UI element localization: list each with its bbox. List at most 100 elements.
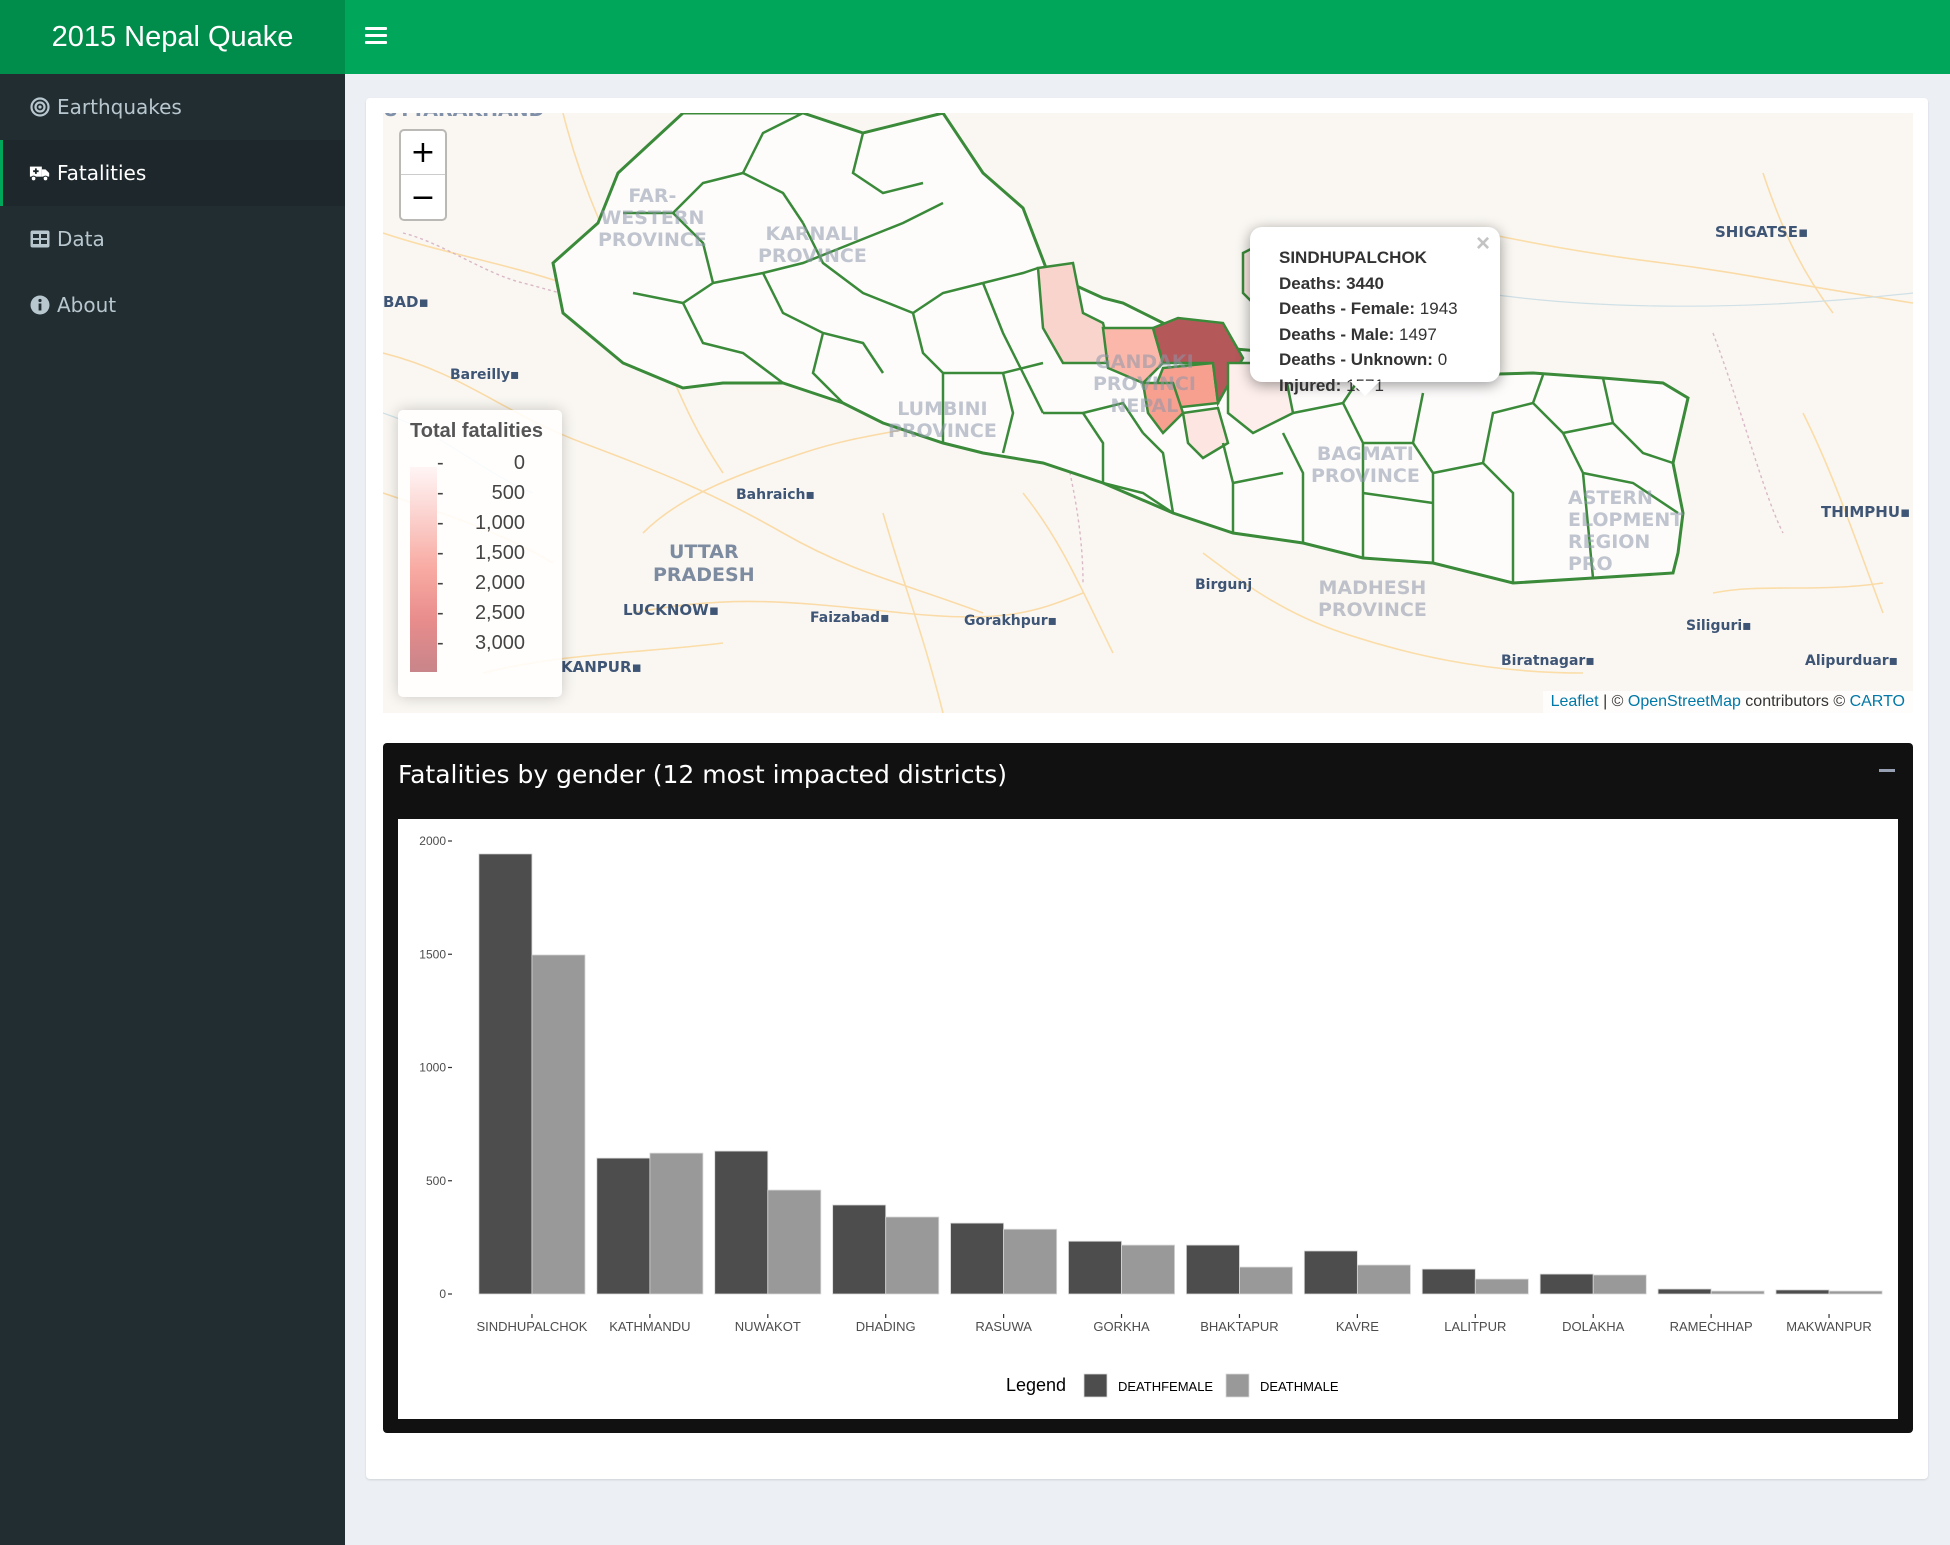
map-label-uttarakhand: UTTARAKHAND — [383, 113, 544, 122]
bar-deathmale-rasuwa — [1003, 1228, 1058, 1295]
label-line: BAGMATI — [1316, 443, 1414, 465]
tick-dash: - — [437, 602, 444, 624]
zoom-out-button[interactable]: − — [401, 175, 445, 219]
value: 1497 — [1398, 324, 1437, 344]
map-label-birgunj: Birgunj — [1195, 577, 1252, 593]
x-tick-label: GORKHA — [1093, 1319, 1150, 1334]
x-tick-label: LALITPUR — [1444, 1319, 1506, 1334]
sidebar-item-about[interactable]: About — [0, 272, 345, 338]
popup-deaths: Deaths: 3440 — [1279, 271, 1480, 297]
legend-title: Legend — [1006, 1375, 1066, 1395]
zoom-in-button[interactable]: + — [401, 131, 445, 175]
label-line: PROVINCE — [758, 245, 867, 267]
value: 3440 — [1346, 273, 1384, 293]
y-tick-label: 1000 — [419, 1061, 446, 1075]
district-name: SINDHUPALCHOK — [1279, 248, 1427, 267]
map-label-gorakhpur: Gorakhpur▪ — [964, 613, 1058, 629]
map[interactable]: UTTARAKHAND FAR-WESTERNPROVINCE KARNALIP… — [383, 113, 1913, 713]
bar-deathmale-kavre — [1356, 1264, 1411, 1295]
minimize-button[interactable] — [1879, 769, 1895, 772]
label-line: PROVINCE — [1311, 465, 1420, 487]
sidebar-item-earthquakes[interactable]: Earthquakes — [0, 74, 345, 140]
tick-label: 2,500 — [474, 602, 525, 624]
x-tick-label: DHADING — [856, 1319, 916, 1334]
map-label-siliguri: Siliguri▪ — [1686, 618, 1752, 634]
osm-link[interactable]: OpenStreetMap — [1628, 693, 1741, 710]
label-line: REGION — [1568, 531, 1651, 553]
popup-tip — [1350, 381, 1380, 396]
bar-deathfemale-nuwakot — [714, 1150, 769, 1295]
bar-deathfemale-kavre — [1303, 1250, 1358, 1295]
y-tick-label: 2000 — [419, 834, 446, 848]
y-tick-label: 500 — [426, 1174, 446, 1188]
carto-link[interactable]: CARTO — [1850, 693, 1905, 710]
legend-swatch-deathmale — [1225, 1373, 1250, 1398]
value: 1943 — [1419, 299, 1458, 318]
legend-label-deathmale: DEATHMALE — [1260, 1379, 1339, 1394]
label-line: PROVINCE — [598, 229, 707, 251]
zoom-control: + − — [399, 129, 447, 221]
x-tick-label: KATHMANDU — [609, 1319, 690, 1334]
bar-deathfemale-gorkha — [1068, 1240, 1122, 1295]
legend-tick: - 1,500 — [435, 543, 525, 563]
x-tick-label: RAMECHHAP — [1670, 1319, 1753, 1334]
map-label-biratnagar: Biratnagar▪ — [1501, 653, 1595, 669]
sidebar-item-data[interactable]: Data — [0, 206, 345, 272]
map-label-lumbini: LUMBINI PROVINCE — [888, 398, 997, 442]
legend-tick: - 500 — [435, 483, 525, 503]
app-logo[interactable]: 2015 Nepal Quake — [0, 0, 345, 74]
bar-deathfemale-rasuwa — [950, 1222, 1005, 1295]
label-text: Birgunj — [1195, 577, 1253, 593]
map-label-bareilly: Bareilly▪ — [450, 367, 520, 383]
legend-tick: - 3,000 — [435, 633, 525, 653]
x-tick-label: RASUWA — [975, 1319, 1032, 1334]
label-line: KARNALI — [765, 223, 860, 245]
label-line: PRO — [1568, 553, 1613, 575]
popup-deaths-male: Deaths - Male: 1497 — [1279, 322, 1480, 348]
bar-deathmale-gorkha — [1121, 1244, 1176, 1295]
attrib-text: contributors © — [1740, 693, 1850, 710]
legend-label-deathfemale: DEATHFEMALE — [1118, 1379, 1213, 1394]
label-line: WESTERN — [600, 207, 705, 229]
chart-box-title: Fatalities by gender (12 most impacted d… — [398, 760, 1008, 789]
label-text: Alipurduar — [1805, 653, 1889, 669]
map-label-shigatse: SHIGATSE▪ — [1715, 223, 1809, 241]
legend-tick: - 2,000 — [435, 573, 525, 593]
bar-deathfemale-lalitpur — [1421, 1268, 1476, 1295]
label-text: LUCKNOW — [623, 601, 709, 619]
label: Deaths - Female: — [1279, 299, 1416, 318]
tick-dash: - — [437, 482, 444, 504]
map-label-gandaki: GANDAKI PROVINCI NEPAL — [1093, 351, 1196, 417]
legend-swatch-deathfemale — [1083, 1373, 1108, 1398]
label: Injured: — [1279, 375, 1342, 395]
legend-tick: -0 — [435, 453, 525, 473]
district-popup: × SINDHUPALCHOK Deaths: 3440 Deaths - Fe… — [1250, 227, 1500, 396]
chart-area: 0 500 1000 1500 2000 SINDHUPALCHOK KATHMANDU NU… — [398, 819, 1898, 1419]
bar-chart: 0 500 1000 1500 2000 SINDHUPALCHOK KATHMANDU NU… — [419, 834, 1883, 1398]
tick-dash: - — [437, 512, 444, 534]
x-tick-label: MAKWANPUR — [1786, 1319, 1871, 1334]
label-text: Faizabad — [810, 610, 881, 626]
popup-close-button[interactable]: × — [1476, 231, 1490, 257]
info-circle-icon — [29, 294, 51, 316]
label: Deaths: — [1279, 273, 1342, 293]
leaflet-link[interactable]: Leaflet — [1551, 693, 1599, 710]
map-label-faizabad: Faizabad▪ — [810, 610, 890, 626]
hamburger-icon[interactable] — [365, 24, 387, 48]
map-label-karnali: KARNALI PROVINCE — [758, 223, 867, 267]
bar-deathmale-dolakha — [1592, 1274, 1647, 1295]
map-label-bahraich: Bahraich▪ — [736, 487, 816, 503]
bullseye-icon — [29, 96, 51, 118]
legend-title: Total fatalities — [410, 420, 543, 442]
sidebar-item-label: About — [57, 293, 117, 317]
sidebar-item-fatalities[interactable]: Fatalities — [0, 140, 345, 206]
bar-deathfemale-dolakha — [1539, 1273, 1594, 1295]
legend-color-bar — [410, 467, 437, 672]
label-line: LUMBINI — [897, 398, 988, 420]
bar-deathmale-makwanpur — [1828, 1290, 1883, 1295]
x-tick-label: BHAKTAPUR — [1200, 1319, 1279, 1334]
sidebar-item-label: Earthquakes — [57, 95, 182, 119]
sidebar-item-label: Fatalities — [57, 161, 147, 185]
attrib-text: | © — [1598, 693, 1628, 710]
tick-label: 1,500 — [474, 542, 525, 564]
